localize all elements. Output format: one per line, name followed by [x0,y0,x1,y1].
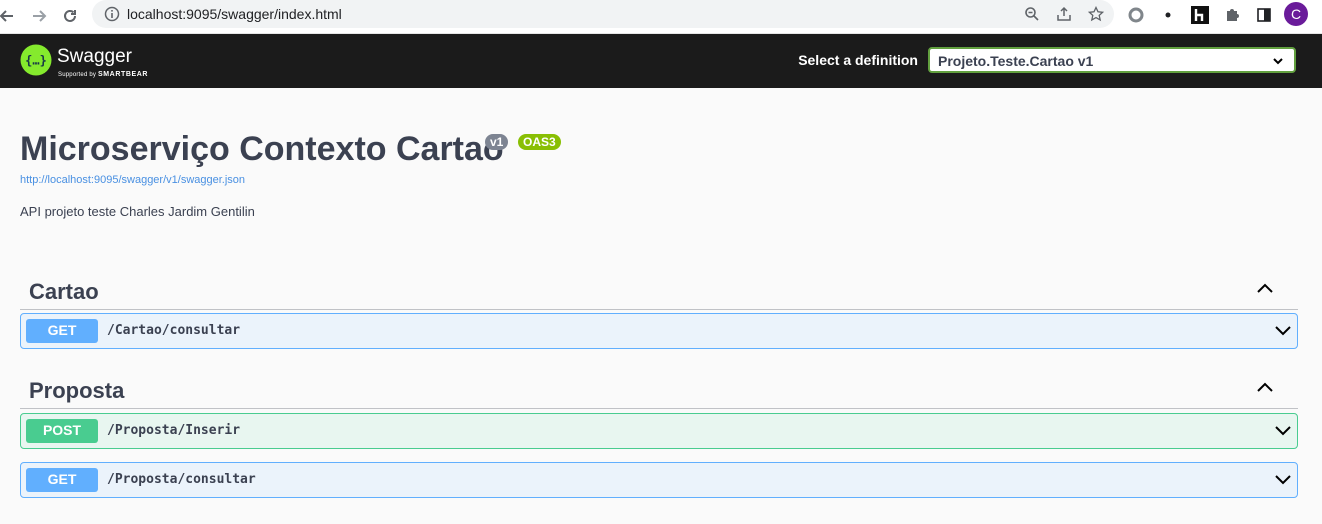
spec-json-link[interactable]: http://localhost:9095/swagger/v1/swagger… [20,174,245,186]
tag-cartao[interactable]: Cartao [20,265,1298,310]
chevron-down-icon[interactable] [1274,472,1292,491]
operation-path: /Cartao/consultar [107,323,241,338]
operation-get-cartao-consultar[interactable]: GET /Cartao/consultar [20,313,1298,349]
address-bar[interactable]: localhost:9095/swagger/index.html [92,0,1114,28]
reload-icon[interactable] [57,3,83,29]
chevron-down-icon [1272,54,1284,72]
oas-badge: OAS3 [518,134,561,150]
forward-arrow-icon[interactable] [26,3,52,29]
method-badge: GET [26,468,98,492]
swagger-topbar: {…} Swagger Supported by SMARTBEAR Selec… [0,34,1322,88]
h-extension-icon[interactable] [1189,4,1211,26]
browser-toolbar: localhost:9095/swagger/index.html C [0,0,1322,34]
swagger-logo-icon[interactable]: {…} [20,44,52,76]
sidepanel-icon[interactable] [1253,4,1275,26]
chevron-up-icon[interactable] [1256,380,1274,398]
method-badge: GET [26,319,98,343]
logo-subtitle: Supported by SMARTBEAR [58,71,148,78]
api-title: Microserviço Contexto Cartao [20,130,504,168]
svg-text:{…}: {…} [25,54,47,68]
logo-sub-prefix: Supported by [58,72,97,78]
chevron-down-icon[interactable] [1274,323,1292,342]
operation-get-proposta-consultar[interactable]: GET /Proposta/consultar [20,462,1298,498]
dot-extension-icon[interactable] [1157,4,1179,26]
chevron-down-icon[interactable] [1274,423,1292,442]
circle-extension-icon[interactable] [1125,4,1147,26]
tag-name: Cartao [29,279,99,304]
operation-post-proposta-inserir[interactable]: POST /Proposta/Inserir [20,413,1298,449]
logo-text: Swagger [57,46,132,67]
info-icon[interactable] [104,6,120,27]
profile-avatar[interactable]: C [1284,2,1308,26]
select-definition-label: Select a definition [798,52,918,68]
share-icon[interactable] [1054,4,1074,24]
chevron-up-icon[interactable] [1256,281,1274,299]
star-icon[interactable] [1086,4,1106,24]
puzzle-icon[interactable] [1221,4,1243,26]
version-badge: v1 [485,134,509,150]
selected-definition: Projeto.Teste.Cartao v1 [938,53,1094,69]
definition-select[interactable]: Projeto.Teste.Cartao v1 [928,47,1296,73]
operation-path: /Proposta/Inserir [107,423,241,438]
logo-sub-brand: SMARTBEAR [97,71,149,78]
tag-proposta[interactable]: Proposta [20,364,1298,409]
zoom-icon[interactable] [1022,4,1042,24]
operation-path: /Proposta/consultar [107,472,256,487]
api-description: API projeto teste Charles Jardim Gentili… [20,204,255,219]
profile-initial: C [1290,6,1302,22]
url-text[interactable]: localhost:9095/swagger/index.html [127,6,342,22]
tag-name: Proposta [29,378,125,403]
method-badge: POST [26,419,98,443]
back-arrow-icon[interactable] [0,3,20,29]
